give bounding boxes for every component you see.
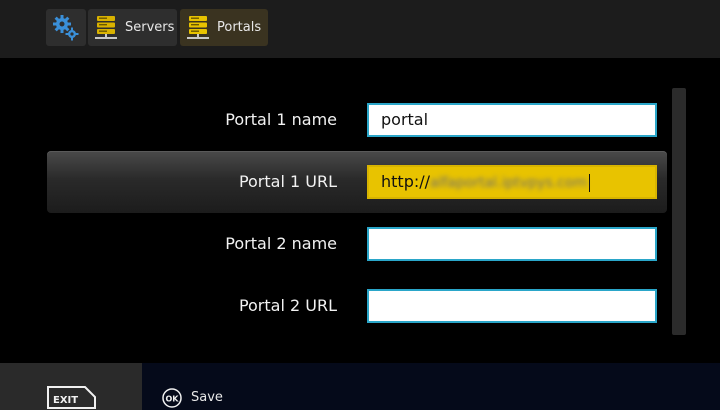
portal-1-url-field[interactable]: http://alfaportal.iptvpys.com bbox=[367, 165, 657, 199]
portal-1-url-label: Portal 1 URL bbox=[238, 172, 337, 191]
portal-1-url-obscured-value: alfaportal.iptvpys.com bbox=[430, 175, 587, 191]
portal-1-name-field[interactable]: portal bbox=[367, 103, 657, 137]
portals-button[interactable]: Portals bbox=[180, 9, 268, 46]
portal-2-name-label: Portal 2 name bbox=[225, 234, 337, 253]
exit-button[interactable]: EXIT bbox=[0, 363, 142, 410]
portals-label: Portals bbox=[217, 20, 262, 35]
bottom-bar: EXIT OK Save bbox=[0, 363, 720, 410]
scrollbar[interactable] bbox=[672, 88, 686, 335]
servers-label: Servers bbox=[125, 20, 175, 35]
portal-settings-form: Portal 1 name portal Portal 1 URL http:/… bbox=[0, 58, 720, 363]
portal-2-url-field[interactable] bbox=[367, 289, 657, 323]
top-toolbar: Servers Portals bbox=[0, 0, 720, 58]
save-hint-label: Save bbox=[191, 390, 223, 405]
ok-key-label: OK bbox=[166, 395, 180, 404]
portal-2-url-label: Portal 2 URL bbox=[238, 296, 337, 315]
gears-icon bbox=[53, 14, 79, 40]
portal-1-name-row[interactable]: Portal 1 name portal bbox=[47, 89, 667, 151]
kodi-settings-screen: Servers Portals Portal 1 name portal Por… bbox=[0, 0, 720, 410]
portal-1-name-label: Portal 1 name bbox=[225, 110, 337, 129]
portal-2-url-row[interactable]: Portal 2 URL bbox=[47, 275, 667, 337]
server-icon bbox=[95, 15, 117, 39]
portal-1-name-value: portal bbox=[381, 110, 429, 129]
portal-2-name-row[interactable]: Portal 2 name bbox=[47, 213, 667, 275]
portal-2-name-field[interactable] bbox=[367, 227, 657, 261]
exit-key-icon: EXIT bbox=[47, 386, 96, 409]
ok-key-icon: OK bbox=[162, 388, 182, 408]
portal-server-icon bbox=[187, 15, 209, 39]
servers-button[interactable]: Servers bbox=[88, 9, 177, 46]
settings-button[interactable] bbox=[46, 9, 86, 46]
portal-1-url-value: http:// bbox=[381, 172, 431, 191]
text-caret bbox=[588, 173, 590, 192]
exit-key-label: EXIT bbox=[53, 395, 78, 406]
portal-1-url-row[interactable]: Portal 1 URL http://alfaportal.iptvpys.c… bbox=[47, 151, 667, 213]
